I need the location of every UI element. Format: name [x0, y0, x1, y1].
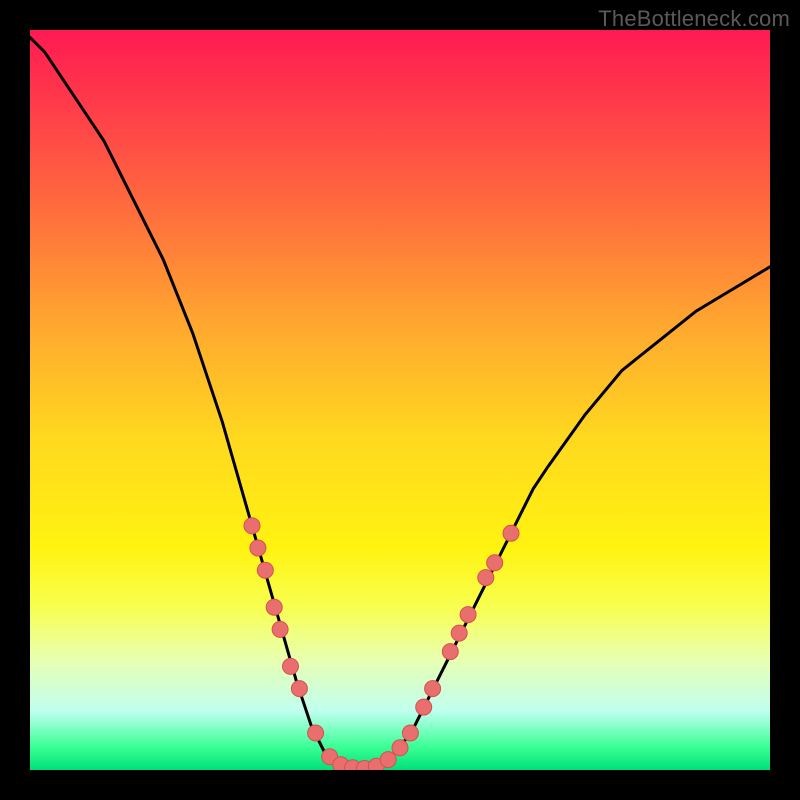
data-marker	[402, 725, 418, 741]
bottleneck-curve	[30, 37, 770, 770]
data-marker	[451, 625, 467, 641]
data-marker	[266, 599, 282, 615]
chart-frame: TheBottleneck.com	[0, 0, 800, 800]
data-marker	[283, 658, 299, 674]
data-marker	[460, 607, 476, 623]
chart-svg	[30, 30, 770, 770]
data-marker	[291, 681, 307, 697]
data-marker	[487, 555, 503, 571]
watermark-text: TheBottleneck.com	[598, 6, 790, 32]
data-marker	[392, 740, 408, 756]
data-marker	[478, 570, 494, 586]
data-marker	[308, 725, 324, 741]
data-marker	[244, 518, 260, 534]
data-marker	[442, 644, 458, 660]
data-marker	[416, 699, 432, 715]
data-marker	[272, 621, 288, 637]
curve-path	[30, 37, 770, 770]
data-marker	[380, 752, 396, 768]
chart-plot-area	[30, 30, 770, 770]
data-marker	[257, 562, 273, 578]
data-marker	[503, 525, 519, 541]
data-marker	[425, 681, 441, 697]
data-marker	[250, 540, 266, 556]
